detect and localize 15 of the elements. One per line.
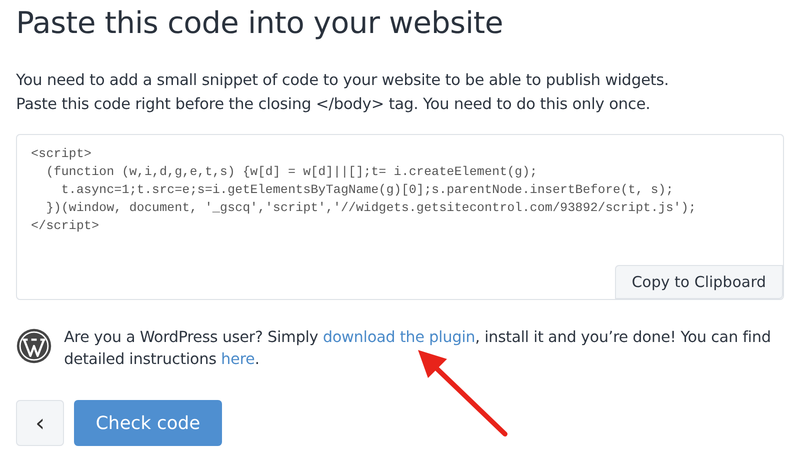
code-line: t.async=1;t.src=e;s=i.getElementsByTagName(g)[0];s.parentNode.insertBefore(t, s); xyxy=(60,182,674,199)
code-line: </script> xyxy=(31,218,100,235)
code-line: })(window, document, '_gscq','script','//widgets.getsitecontrol.com/93892/script.js'); xyxy=(45,200,698,217)
copy-button[interactable]: Copy to Clipboard xyxy=(614,265,783,299)
back-button[interactable]: ‹ xyxy=(16,400,64,446)
check-code-button[interactable]: Check code xyxy=(74,400,222,446)
wordpress-icon xyxy=(16,328,52,364)
plugin-link[interactable]: download the plugin xyxy=(322,328,476,346)
page-title: Paste this code into your website xyxy=(16,5,504,43)
instruction-text: You need to add a small snippet of code to your website to be able to publish widgets. xyxy=(16,70,670,91)
wordpress-note: Are you a WordPress user? Simply download the plugin, install it and you’re done! You can find detailed instructions here. xyxy=(64,327,772,370)
code-line: <script> xyxy=(31,146,92,163)
code-line: (function (w,i,d,g,e,t,s) {w[d] = w[d]||[];t= i.createElement(g); xyxy=(45,164,538,181)
instruction-text: Paste this code right before the closing </body> tag. You need to do this only once. xyxy=(16,94,652,115)
instructions-link[interactable]: here xyxy=(221,350,255,368)
